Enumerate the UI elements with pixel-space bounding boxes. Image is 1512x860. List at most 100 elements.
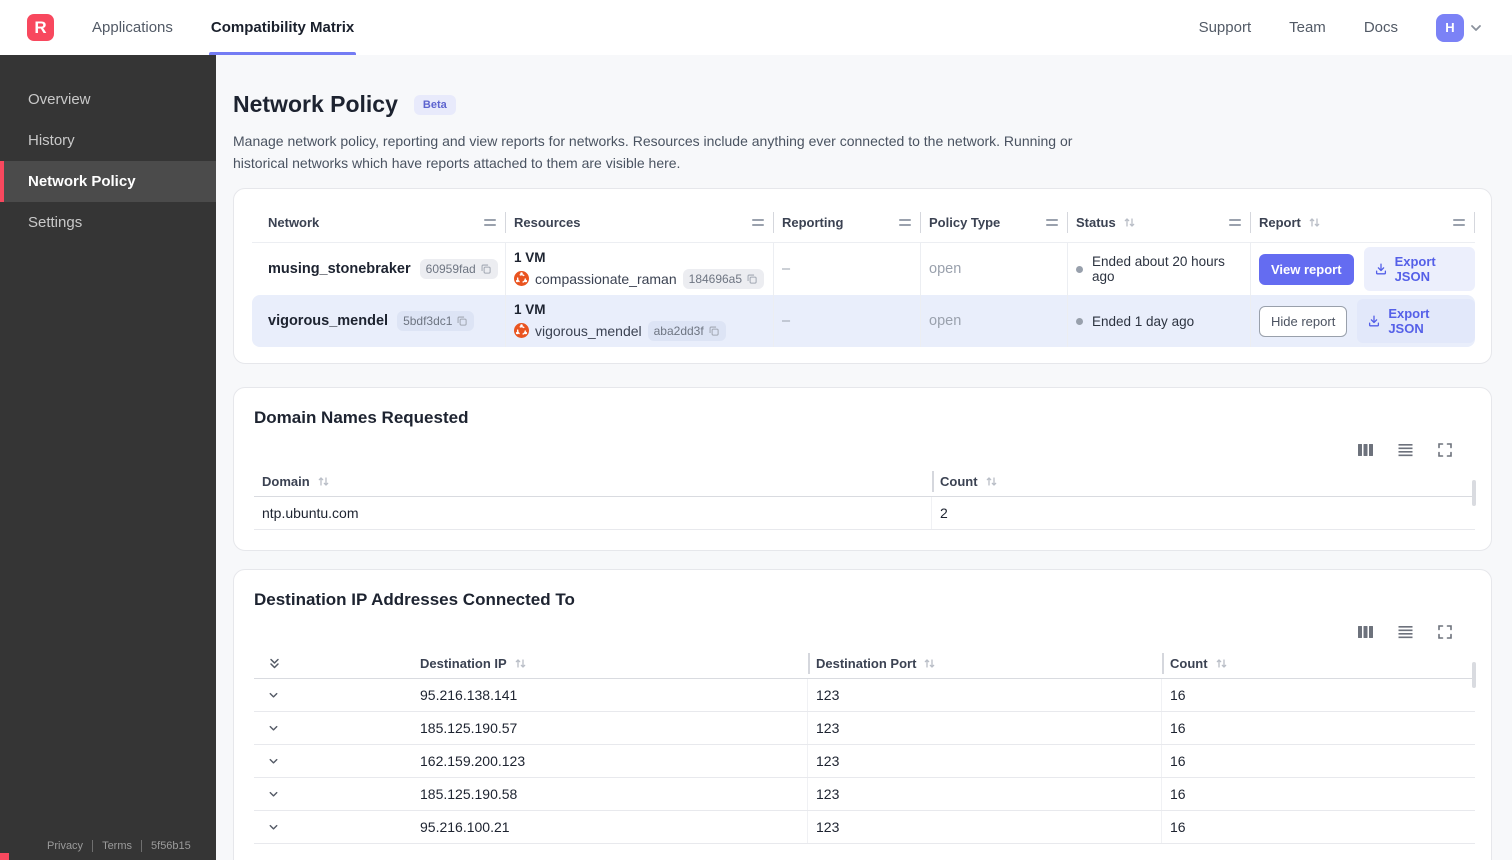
column-header-policy-type[interactable]: Policy Type <box>921 203 1068 242</box>
rows-icon[interactable] <box>1397 442 1414 458</box>
destination-row[interactable]: 95.216.100.21 123 16 <box>254 811 1475 845</box>
destination-ip-value: 185.125.190.57 <box>392 712 808 745</box>
vm-name: compassionate_raman <box>535 270 677 287</box>
network-row[interactable]: vigorous_mendel 5bdf3dc1 1 VM vigorous_m… <box>252 295 1475 348</box>
expand-row-button[interactable] <box>254 679 392 711</box>
vm-id-badge: 184696a5 <box>682 268 765 289</box>
sort-icon[interactable] <box>1123 216 1136 229</box>
sort-icon[interactable] <box>1308 216 1321 229</box>
hide-report-button[interactable]: Hide report <box>1259 305 1348 337</box>
column-resize-handle[interactable] <box>1046 219 1058 227</box>
sort-icon[interactable] <box>1215 657 1228 670</box>
column-header-destination-port[interactable]: Destination Port <box>808 649 1162 678</box>
fullscreen-icon[interactable] <box>1437 624 1453 640</box>
copy-icon[interactable] <box>456 315 468 327</box>
nav-link-support[interactable]: Support <box>1199 19 1252 36</box>
column-resize-handle[interactable] <box>1453 219 1465 227</box>
expand-row-button[interactable] <box>254 778 392 810</box>
domain-row[interactable]: ntp.ubuntu.com 2 <box>254 497 1475 531</box>
footer-link-privacy[interactable]: Privacy <box>38 840 92 852</box>
destination-row[interactable]: 185.125.190.57 123 16 <box>254 712 1475 746</box>
destination-port-value: 123 <box>808 679 1162 712</box>
footer-link-terms[interactable]: Terms <box>92 840 141 852</box>
rows-icon[interactable] <box>1397 624 1414 640</box>
chevron-down-icon[interactable] <box>1468 20 1484 36</box>
expand-row-button[interactable] <box>254 712 392 744</box>
tab-applications[interactable]: Applications <box>90 0 175 55</box>
sidebar-item-overview[interactable]: Overview <box>0 79 216 120</box>
view-report-button[interactable]: View report <box>1259 253 1354 285</box>
expand-all-button[interactable] <box>254 649 392 678</box>
footer-version: 5f56b15 <box>141 840 200 852</box>
destination-ips-card: Destination IP Addresses Connected To De… <box>233 569 1492 860</box>
count-value: 16 <box>1170 687 1186 704</box>
top-navbar: R Applications Compatibility Matrix Supp… <box>0 0 1512 55</box>
columns-icon[interactable] <box>1357 624 1374 640</box>
ubuntu-icon <box>514 271 529 287</box>
policy-type-value: open <box>921 243 1068 296</box>
domains-table-header: Domain Count <box>254 467 1475 498</box>
copy-icon[interactable] <box>708 325 720 337</box>
ubuntu-icon <box>514 323 529 339</box>
destination-port-value: 123 <box>808 745 1162 778</box>
sidebar-item-network-policy[interactable]: Network Policy <box>0 161 216 202</box>
column-header-resources[interactable]: Resources <box>506 203 774 242</box>
column-resize-handle[interactable] <box>1229 219 1241 227</box>
column-header-domain[interactable]: Domain <box>254 467 932 496</box>
column-header-count[interactable]: Count <box>932 467 1475 496</box>
user-menu[interactable]: H <box>1436 13 1484 42</box>
reporting-value: – <box>774 243 921 296</box>
status-dot-icon <box>1076 317 1083 325</box>
app-logo[interactable]: R <box>27 14 54 41</box>
network-row[interactable]: musing_stonebraker 60959fad 1 VM compass… <box>252 243 1475 296</box>
copy-icon[interactable] <box>480 263 492 275</box>
destination-port-value: 123 <box>808 778 1162 811</box>
sort-icon[interactable] <box>985 475 998 488</box>
policy-type-value: open <box>921 295 1068 348</box>
card-title: Destination IP Addresses Connected To <box>254 590 575 610</box>
destination-ip-value: 95.216.138.141 <box>392 679 808 712</box>
column-header-network[interactable]: Network <box>252 203 506 242</box>
avatar[interactable]: H <box>1436 13 1464 42</box>
navbar-right: Support Team Docs H <box>1199 13 1484 42</box>
card-title: Domain Names Requested <box>254 408 469 428</box>
copy-icon[interactable] <box>746 273 758 285</box>
destination-row[interactable]: 185.125.190.58 123 16 <box>254 778 1475 812</box>
domain-value: ntp.ubuntu.com <box>254 497 932 530</box>
fullscreen-icon[interactable] <box>1437 442 1453 458</box>
column-resize-handle[interactable] <box>899 219 911 227</box>
column-header-status[interactable]: Status <box>1068 203 1251 242</box>
destination-row[interactable]: 95.216.138.141 123 16 <box>254 679 1475 713</box>
destination-row[interactable]: 162.159.200.123 123 16 <box>254 745 1475 779</box>
column-resize-handle[interactable] <box>752 219 764 227</box>
sidebar-footer: Privacy Terms 5f56b15 <box>38 840 200 852</box>
reporting-value: – <box>774 295 921 348</box>
expand-row-button[interactable] <box>254 745 392 777</box>
column-header-reporting[interactable]: Reporting <box>774 203 921 242</box>
column-header-report[interactable]: Report <box>1251 203 1475 242</box>
count-value: 2 <box>940 505 948 522</box>
export-json-button[interactable]: Export JSON <box>1357 299 1475 344</box>
tab-compatibility-matrix[interactable]: Compatibility Matrix <box>208 0 357 55</box>
network-name: musing_stonebraker <box>268 261 411 278</box>
column-header-count[interactable]: Count <box>1162 649 1475 678</box>
column-header-destination-ip[interactable]: Destination IP <box>392 649 808 678</box>
sidebar-item-history[interactable]: History <box>0 120 216 161</box>
sort-icon[interactable] <box>514 657 527 670</box>
export-json-button[interactable]: Export JSON <box>1363 247 1475 292</box>
network-id-badge: 60959fad <box>419 259 498 280</box>
vm-name: vigorous_mendel <box>535 322 642 339</box>
expand-row-button[interactable] <box>254 811 392 843</box>
nav-link-docs[interactable]: Docs <box>1364 19 1398 36</box>
column-resize-handle[interactable] <box>484 219 496 227</box>
count-value: 16 <box>1170 753 1186 770</box>
count-value: 16 <box>1170 786 1186 803</box>
destination-ip-value: 95.216.100.21 <box>392 811 808 844</box>
destination-ip-value: 162.159.200.123 <box>392 745 808 778</box>
nav-link-team[interactable]: Team <box>1289 19 1326 36</box>
sort-icon[interactable] <box>317 475 330 488</box>
sidebar-item-settings[interactable]: Settings <box>0 202 216 243</box>
vm-id-badge: aba2dd3f <box>647 320 726 341</box>
sort-icon[interactable] <box>923 657 936 670</box>
columns-icon[interactable] <box>1357 442 1374 458</box>
